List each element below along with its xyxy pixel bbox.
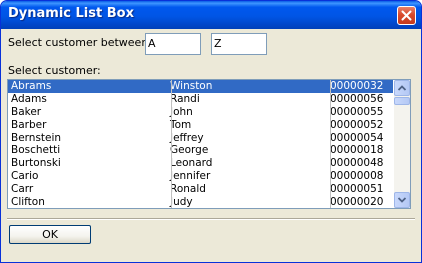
list-item[interactable]: Adams Randi 00000056 bbox=[8, 93, 393, 106]
customer-first-name: Jeffrey bbox=[170, 131, 204, 144]
range-from-input[interactable]: A bbox=[145, 33, 201, 55]
chevron-up-icon bbox=[398, 85, 406, 91]
scroll-down-button[interactable] bbox=[394, 192, 410, 208]
customer-id: 00000052 bbox=[330, 118, 384, 131]
customer-id: 00000032 bbox=[330, 80, 384, 92]
column-separator bbox=[171, 80, 172, 208]
scroll-thumb[interactable] bbox=[394, 97, 410, 105]
close-button[interactable] bbox=[397, 6, 416, 25]
list-item[interactable]: Cario Jennifer 00000008 bbox=[8, 170, 393, 183]
customer-first-name: Ronald bbox=[170, 183, 206, 196]
customer-last-name: Burtonski bbox=[11, 157, 61, 170]
customer-last-name: Barber bbox=[11, 118, 47, 131]
customer-last-name: Cario bbox=[11, 170, 39, 183]
list-item[interactable]: Boschetti George 00000018 bbox=[8, 144, 393, 157]
customer-last-name: Abrams bbox=[11, 80, 52, 92]
customer-first-name: Leonard bbox=[170, 157, 213, 170]
dialog-client: Select customer between: A Z Select cust… bbox=[5, 29, 417, 258]
list-item[interactable]: Burtonski Leonard 00000048 bbox=[8, 157, 393, 170]
customer-first-name: Tom bbox=[170, 118, 192, 131]
list-item[interactable]: Barber Tom 00000052 bbox=[8, 119, 393, 132]
customer-first-name: Winston bbox=[170, 80, 213, 92]
range-label: Select customer between: bbox=[8, 36, 152, 49]
customer-id: 00000051 bbox=[330, 183, 384, 196]
vertical-scrollbar[interactable] bbox=[394, 80, 410, 208]
window-title: Dynamic List Box bbox=[8, 6, 134, 21]
customer-last-name: Carr bbox=[11, 183, 34, 196]
customer-first-name: Judy bbox=[170, 196, 193, 209]
list-item[interactable]: Carr Ronald 00000051 bbox=[8, 183, 393, 196]
list-item[interactable]: Baker John 00000055 bbox=[8, 106, 393, 119]
customer-id: 00000055 bbox=[330, 105, 384, 118]
customer-first-name: George bbox=[170, 144, 209, 157]
column-separator bbox=[330, 80, 331, 208]
customer-id: 00000048 bbox=[330, 157, 384, 170]
title-bar[interactable]: Dynamic List Box bbox=[1, 1, 421, 29]
list-item[interactable]: Bernstein Jeffrey 00000054 bbox=[8, 132, 393, 145]
customer-first-name: Jennifer bbox=[170, 170, 211, 183]
customer-id: 00000020 bbox=[330, 196, 384, 209]
customer-rows: Abrams Winston 00000032 Adams Randi 00000056 B… bbox=[8, 80, 393, 209]
customer-last-name: Boschetti bbox=[11, 144, 61, 157]
close-icon bbox=[401, 10, 412, 21]
range-to-input[interactable]: Z bbox=[211, 33, 267, 55]
customer-first-name: Randi bbox=[170, 92, 200, 105]
ok-button[interactable]: OK bbox=[9, 225, 91, 244]
customer-id: 00000018 bbox=[330, 144, 384, 157]
customer-listbox[interactable]: Abrams Winston 00000032 Adams Randi 00000056 B… bbox=[7, 79, 411, 209]
customer-first-name: John bbox=[170, 105, 193, 118]
scroll-up-button[interactable] bbox=[394, 80, 410, 96]
dialog-window: Dynamic List Box Select customer between… bbox=[0, 0, 422, 263]
customer-last-name: Clifton bbox=[11, 196, 45, 209]
customer-id: 00000008 bbox=[330, 170, 384, 183]
divider bbox=[7, 218, 415, 220]
list-item[interactable]: Clifton Judy 00000020 bbox=[8, 196, 393, 209]
customer-id: 00000056 bbox=[330, 92, 384, 105]
customer-id: 00000054 bbox=[330, 131, 384, 144]
list-label: Select customer: bbox=[8, 64, 101, 77]
chevron-down-icon bbox=[398, 197, 406, 203]
customer-last-name: Adams bbox=[11, 92, 47, 105]
customer-last-name: Baker bbox=[11, 105, 42, 118]
customer-last-name: Bernstein bbox=[11, 131, 62, 144]
list-item[interactable]: Abrams Winston 00000032 bbox=[8, 80, 393, 93]
